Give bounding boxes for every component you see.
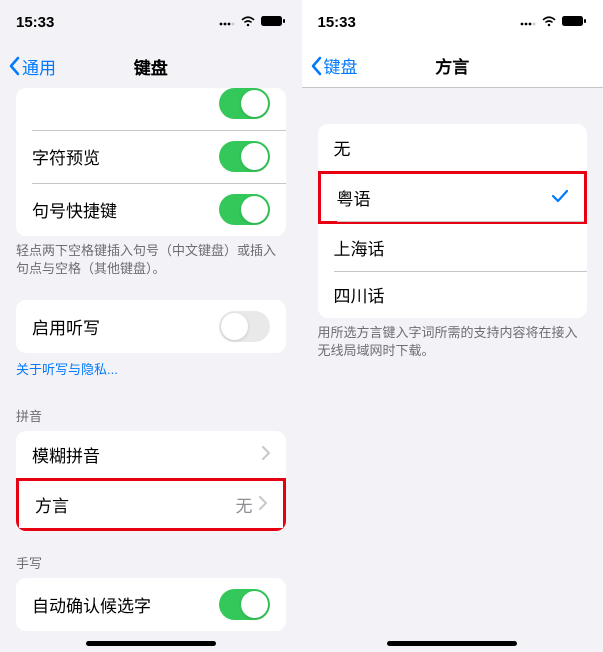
settings-row-period-shortcut[interactable]: 句号快捷键 [16,183,286,236]
status-bar: 15:33 [302,0,603,44]
dialect-option-none[interactable]: 无 [318,124,588,171]
settings-row-auto-confirm[interactable]: 自动确认候选字 [16,578,286,631]
footer-text: 轻点两下空格键插入句号（中文键盘）或插入句点与空格（其他键盘）。 [0,236,302,284]
dictation-privacy-link[interactable]: 关于听写与隐私... [0,353,302,384]
settings-row-dialect[interactable]: 方言 无 [16,478,286,531]
nav-back-label: 键盘 [324,53,358,78]
status-icons [218,14,286,31]
group-header-pinyin: 拼音 [0,400,302,431]
checkmark-icon [552,188,568,208]
toggle-switch[interactable] [219,311,270,342]
content-area[interactable]: 字符预览 句号快捷键 轻点两下空格键插入句号（中文键盘）或插入句点与空格（其他键… [0,88,302,652]
status-icons [519,14,587,31]
group-header-english: 英语 [0,647,302,652]
settings-row-fuzzy-pinyin[interactable]: 模糊拼音 [16,431,286,478]
row-label: 方言 [35,492,69,517]
nav-bar: 键盘 方言 [302,44,603,88]
nav-bar: 通用 键盘 [0,44,302,88]
nav-back-label: 通用 [22,54,56,79]
row-label: 模糊拼音 [32,442,100,467]
nav-title: 方言 [435,53,469,78]
chevron-left-icon [310,56,322,76]
toggle-switch[interactable] [219,141,270,172]
chevron-right-icon [262,445,270,465]
battery-icon [260,14,286,31]
status-bar: 15:33 [0,0,302,44]
toggle-switch[interactable] [219,589,270,620]
row-value: 无 [236,492,253,517]
row-label: 启用听写 [32,314,100,339]
row-label: 字符预览 [32,144,100,169]
row-label: 无 [334,135,351,160]
row-label: 上海话 [334,235,385,260]
row-label: 四川话 [334,282,385,307]
dialect-option-sichuan[interactable]: 四川话 [318,271,588,318]
footer-text: 用所选方言键入字词所需的支持内容将在接入无线局域网时下载。 [302,318,603,366]
row-label: 自动确认候选字 [32,592,151,617]
chevron-right-icon [259,495,267,515]
row-label: 句号快捷键 [32,197,117,222]
wifi-icon [541,14,557,31]
chevron-left-icon [8,56,20,76]
wifi-icon [240,14,256,31]
settings-row-partial[interactable] [16,88,286,130]
nav-back-button[interactable]: 通用 [8,54,56,79]
battery-icon [561,14,587,31]
row-label: 粤语 [337,185,371,210]
status-time: 15:33 [16,14,54,31]
home-indicator[interactable] [387,641,517,646]
content-area[interactable]: 无 粤语 上海话 四川话 用所选方言键入字词所需的支持内容将在接入无线局域网时下… [302,88,603,652]
home-indicator[interactable] [86,641,216,646]
dialect-option-shanghai[interactable]: 上海话 [318,224,588,271]
settings-row-dictation[interactable]: 启用听写 [16,300,286,353]
nav-title: 键盘 [134,54,168,79]
toggle-switch[interactable] [219,88,270,119]
cellular-icon [218,14,236,31]
toggle-switch[interactable] [219,194,270,225]
settings-row-char-preview[interactable]: 字符预览 [16,130,286,183]
nav-back-button[interactable]: 键盘 [310,53,358,78]
status-time: 15:33 [318,14,356,31]
cellular-icon [519,14,537,31]
dialect-option-cantonese[interactable]: 粤语 [318,171,588,224]
group-header-handwriting: 手写 [0,547,302,578]
